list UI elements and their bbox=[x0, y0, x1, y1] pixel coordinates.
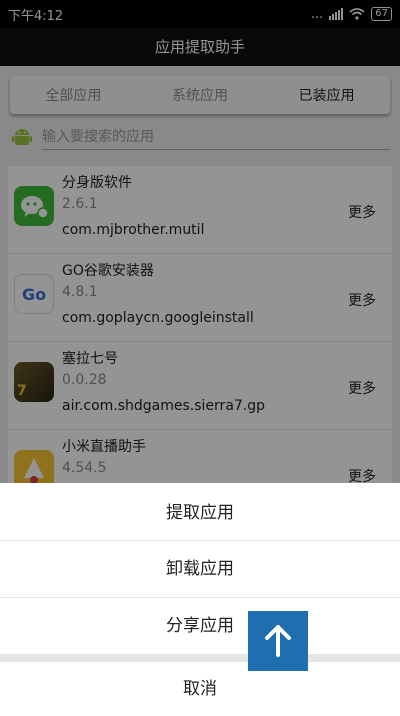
dim-overlay[interactable] bbox=[0, 0, 400, 483]
action-sheet: 提取应用 卸载应用 分享应用 取消 bbox=[0, 483, 400, 716]
share-app-button[interactable]: 分享应用 bbox=[0, 598, 400, 654]
uninstall-app-button[interactable]: 卸载应用 bbox=[0, 541, 400, 597]
cancel-button[interactable]: 取消 bbox=[0, 662, 400, 716]
scroll-to-top-button[interactable] bbox=[248, 611, 308, 671]
arrow-up-icon bbox=[265, 625, 291, 657]
extract-app-button[interactable]: 提取应用 bbox=[0, 485, 400, 541]
sheet-gap bbox=[0, 654, 400, 662]
